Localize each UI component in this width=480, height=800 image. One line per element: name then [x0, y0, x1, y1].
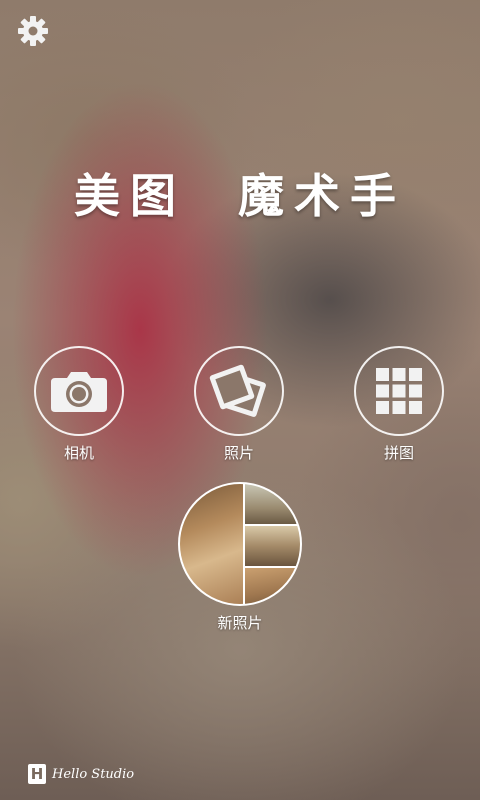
collage-button[interactable]: 拼图 [344, 346, 454, 463]
app-title: 美图 魔术手 [73, 169, 407, 223]
collage-photo-middle [245, 526, 300, 566]
settings-button[interactable] [16, 14, 50, 48]
brand-name: Hello Studio [52, 766, 135, 782]
collage-label: 拼图 [383, 444, 414, 462]
grid-icon [376, 368, 422, 414]
camera-label: 相机 [63, 444, 94, 462]
new-photos-button[interactable]: 新照片 [176, 482, 304, 633]
camera-circle[interactable] [34, 346, 124, 436]
new-photos-label: 新照片 [217, 614, 263, 632]
camera-button[interactable]: 相机 [24, 346, 134, 463]
collage-photo-bottom [245, 568, 300, 604]
photos-icon [209, 364, 266, 417]
collage-photo-portrait [180, 484, 243, 604]
footer-brand: H Hello Studio [28, 762, 134, 786]
camera-icon [51, 372, 107, 412]
gear-icon [18, 16, 48, 46]
collage-circle[interactable] [354, 346, 444, 436]
photos-button[interactable]: 照片 [184, 346, 294, 463]
photos-circle[interactable] [194, 346, 284, 436]
brand-logo-icon: H [28, 764, 46, 784]
photo-collage[interactable] [178, 482, 302, 606]
collage-photo-top [245, 484, 300, 524]
photos-label: 照片 [223, 444, 254, 462]
